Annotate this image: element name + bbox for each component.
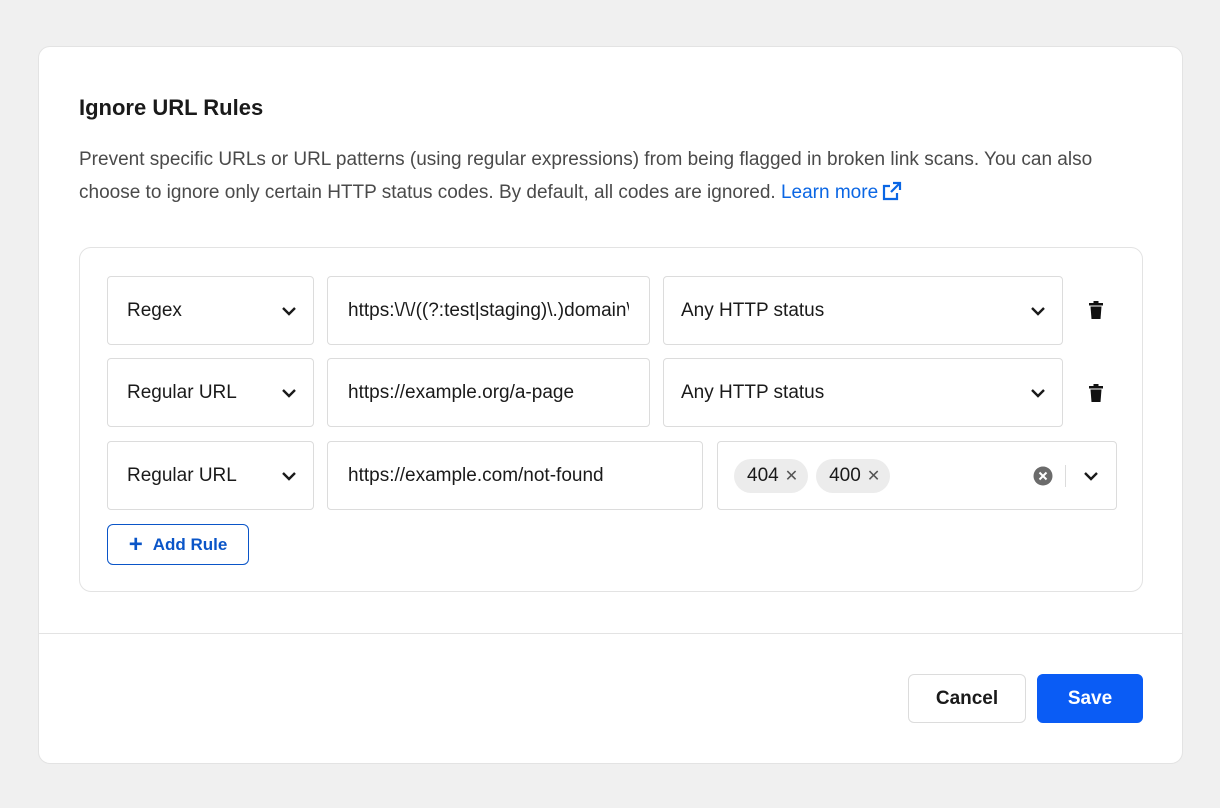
- dialog-title: Ignore URL Rules: [79, 95, 264, 120]
- add-rule-label: Add Rule: [152, 534, 228, 554]
- delete-rule-button[interactable]: [1081, 295, 1111, 325]
- rule-type-value: Regex: [127, 299, 182, 321]
- status-tag-label: 400: [829, 464, 861, 486]
- chevron-down-icon: [1014, 388, 1062, 398]
- chevron-down-icon[interactable]: [1066, 471, 1116, 481]
- rule-url-value: https://example.org/a-page: [348, 381, 575, 403]
- external-link-icon: [883, 181, 902, 201]
- status-tag: 400 ✕: [816, 458, 891, 493]
- trash-icon: [1089, 301, 1103, 319]
- learn-more-link[interactable]: Learn more: [780, 181, 902, 203]
- chevron-down-icon: [265, 306, 313, 316]
- plus-icon: +: [128, 530, 143, 558]
- rule-url-value: https://example.com/not-found: [348, 464, 604, 486]
- chevron-down-icon: [265, 388, 313, 398]
- rules-container: Regex https:\/\/((?:test|staging)\.)doma…: [79, 247, 1143, 592]
- footer-divider: [39, 633, 1182, 634]
- rule-url-input[interactable]: https://example.org/a-page: [327, 358, 650, 427]
- rule-type-value: Regular URL: [127, 464, 237, 486]
- remove-tag-icon[interactable]: ✕: [867, 466, 880, 486]
- description-text: Prevent specific URLs or URL patterns (u…: [79, 149, 1093, 203]
- rule-url-input[interactable]: https://example.com/not-found: [327, 441, 703, 510]
- cancel-button[interactable]: Cancel: [908, 674, 1026, 723]
- status-tag-label: 404: [747, 464, 779, 486]
- ignore-url-rules-dialog: Ignore URL Rules Prevent specific URLs o…: [38, 46, 1183, 764]
- trash-icon: [1089, 384, 1103, 402]
- rule-status-select[interactable]: Any HTTP status: [663, 358, 1063, 427]
- rule-status-value: Any HTTP status: [681, 381, 825, 403]
- chevron-down-icon: [265, 471, 313, 481]
- clear-all-icon[interactable]: [1021, 466, 1065, 486]
- learn-more-label: Learn more: [780, 182, 879, 203]
- save-button[interactable]: Save: [1037, 674, 1143, 723]
- rule-url-input[interactable]: https:\/\/((?:test|staging)\.)domain\.co…: [327, 276, 650, 345]
- delete-rule-button[interactable]: [1081, 378, 1111, 408]
- rule-type-value: Regular URL: [127, 381, 237, 403]
- rule-type-select[interactable]: Regular URL: [107, 441, 314, 510]
- remove-tag-icon[interactable]: ✕: [785, 466, 798, 486]
- rule-url-value: https:\/\/((?:test|staging)\.)domain\.co…: [348, 299, 629, 321]
- chevron-down-icon: [1014, 306, 1062, 316]
- rule-status-multiselect[interactable]: 404 ✕ 400 ✕: [717, 441, 1117, 510]
- status-tag: 404 ✕: [734, 458, 809, 493]
- rule-type-select[interactable]: Regex: [107, 276, 314, 345]
- rule-status-select[interactable]: Any HTTP status: [663, 276, 1063, 345]
- rule-type-select[interactable]: Regular URL: [107, 358, 314, 427]
- rule-status-value: Any HTTP status: [681, 299, 825, 321]
- dialog-description: Prevent specific URLs or URL patterns (u…: [79, 143, 1149, 209]
- add-rule-button[interactable]: + Add Rule: [107, 524, 249, 565]
